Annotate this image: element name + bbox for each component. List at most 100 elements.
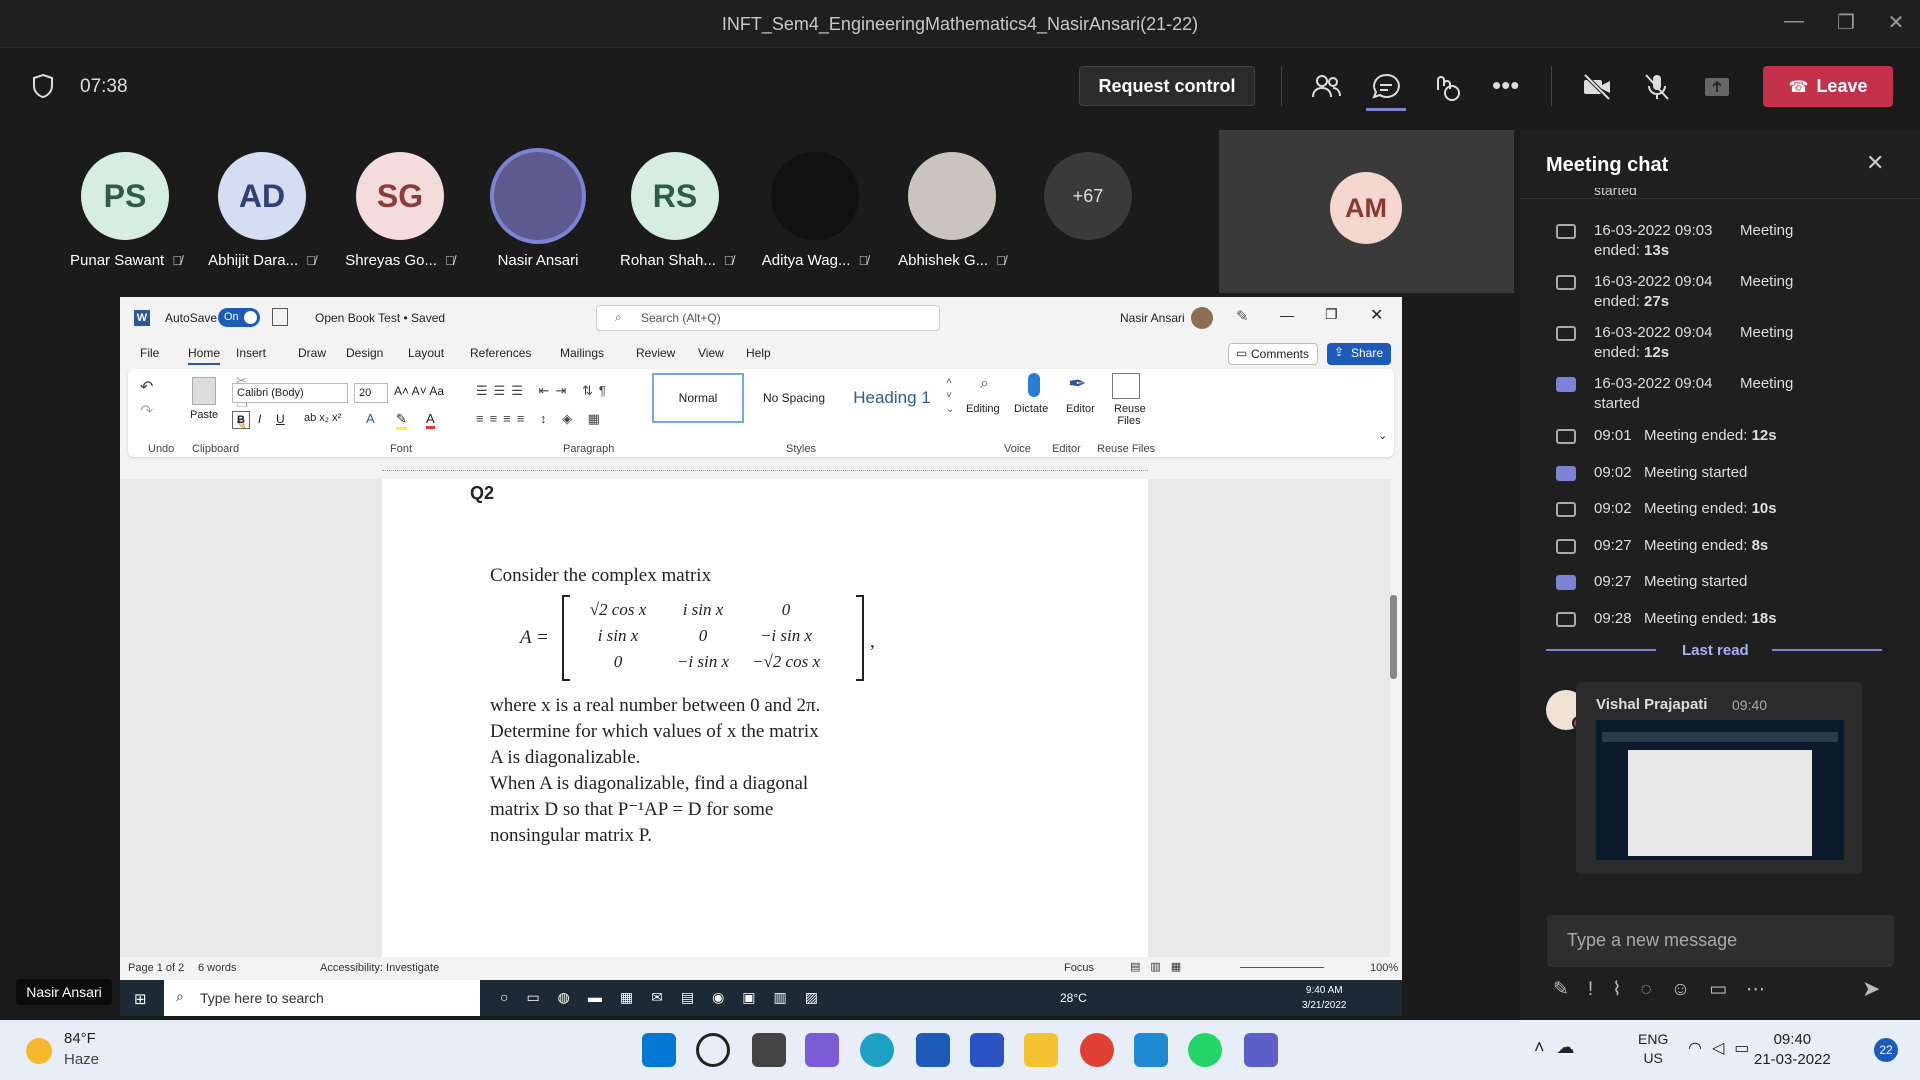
word-restore-icon[interactable]: ❐ — [1325, 306, 1338, 323]
ribbon-tab-review[interactable]: Review — [636, 346, 675, 360]
ribbon-tab-insert[interactable]: Insert — [236, 346, 266, 360]
participant-tile[interactable]: AD Abhijit Dara... 🎙̸ — [207, 152, 317, 269]
list-icons[interactable]: ☰☰☰ ⇤⇥ ⇅¶ — [476, 383, 612, 399]
strike-sub-super-icons[interactable]: ab x₂ x² — [304, 412, 341, 424]
close-chat-icon[interactable]: ✕ — [1866, 150, 1884, 176]
paste-icon[interactable] — [192, 377, 216, 405]
chrome-icon[interactable] — [1080, 1033, 1114, 1067]
zoom-level[interactable]: 100% — [1370, 962, 1398, 974]
ribbon-tab-references[interactable]: References — [470, 346, 531, 360]
editor-pen-icon[interactable]: ✒ — [1068, 371, 1086, 397]
document-page[interactable]: Q2 Consider the complex matrix A = √2 co… — [382, 479, 1148, 959]
share-screen-icon[interactable] — [1700, 70, 1734, 104]
windows-start-icon[interactable]: ⊞ — [134, 990, 147, 1008]
participant-tile[interactable]: Aditya Wag... 🎙̸ — [760, 152, 870, 269]
word-close-icon[interactable]: ✕ — [1370, 305, 1383, 325]
collapse-ribbon-icon[interactable]: ⌄ — [1378, 429, 1387, 442]
styles-scroll-icon[interactable]: ˄ ˅ ⌄ — [946, 375, 954, 417]
vscode-icon[interactable] — [1134, 1033, 1168, 1067]
ribbon-tab-view[interactable]: View — [698, 346, 724, 360]
reuse-files-label[interactable]: Reuse Files — [1114, 403, 1146, 427]
participant-tile[interactable]: Abhishek G... 🎙̸ — [897, 152, 1007, 269]
camera-off-icon[interactable] — [1580, 70, 1614, 104]
font-size-select[interactable]: 20 — [354, 383, 388, 403]
participant-tile[interactable]: PS Punar Sawant 🎙̸ — [70, 152, 182, 269]
autosave-toggle[interactable]: On — [218, 308, 260, 327]
text-effects-icon[interactable]: A — [366, 411, 375, 426]
file-explorer-icon[interactable] — [1024, 1033, 1058, 1067]
compose-toolbar-icons[interactable]: ✎!⌇◌☺▭⋯ — [1553, 978, 1903, 1001]
editing-search-icon[interactable]: ⌕ — [980, 375, 989, 393]
ribbon-tab-file[interactable]: File — [140, 346, 159, 360]
math-app-icon[interactable] — [970, 1033, 1004, 1067]
close-icon[interactable]: ✕ — [1876, 10, 1916, 38]
italic-button[interactable]: I — [258, 412, 261, 426]
search-icon[interactable] — [696, 1033, 730, 1067]
view-mode-icons[interactable]: ▤▥▦ — [1130, 960, 1191, 973]
participant-tile[interactable]: Nasir Ansari — [483, 152, 593, 269]
style-heading-1[interactable]: Heading 1 — [842, 373, 942, 423]
microphone-icon[interactable] — [1028, 373, 1040, 397]
redo-icon[interactable]: ↷ — [140, 401, 153, 421]
os-weather[interactable]: Haze — [64, 1051, 99, 1068]
message-input[interactable]: Type a new message — [1547, 915, 1894, 967]
editor-label[interactable]: Editor — [1066, 403, 1095, 415]
document-area[interactable]: Q2 Consider the complex matrix A = √2 co… — [120, 479, 1397, 959]
message-screenshot-image[interactable] — [1596, 720, 1844, 860]
ribbon-tab-home[interactable]: Home — [188, 346, 221, 365]
language-indicator[interactable]: ENG US — [1638, 1030, 1668, 1068]
ruler[interactable] — [120, 463, 1402, 479]
system-tray-icons[interactable]: ˄☁ — [1534, 1037, 1587, 1058]
weather-sun-icon[interactable] — [26, 1038, 52, 1064]
chat-message[interactable]: Vishal Prajapati 09:40 — [1576, 682, 1862, 874]
highlight-icon[interactable]: ✎ — [396, 411, 407, 430]
ribbon-tab-mailings[interactable]: Mailings — [560, 346, 604, 360]
scroll-thumb[interactable] — [1390, 595, 1397, 679]
mic-off-icon[interactable] — [1640, 70, 1674, 104]
minimize-icon[interactable]: — — [1774, 10, 1814, 38]
font-name-select[interactable]: Calibri (Body) — [232, 383, 348, 403]
dictate-label[interactable]: Dictate — [1014, 403, 1048, 415]
bold-button[interactable]: B — [232, 411, 250, 429]
send-icon[interactable]: ➤ — [1862, 976, 1880, 1002]
task-view-icon[interactable] — [752, 1033, 786, 1067]
comments-button[interactable]: ▭ Comments — [1228, 343, 1318, 365]
pen-icon[interactable]: ✎ — [1236, 307, 1249, 325]
style-normal[interactable]: Normal — [652, 373, 744, 423]
paste-label[interactable]: Paste — [190, 409, 218, 421]
leave-button[interactable]: ☎ Leave — [1763, 66, 1893, 107]
mail-icon[interactable] — [916, 1033, 950, 1067]
pinned-apps[interactable]: ○▭◍▬▦✉▤◉▣▥▨ — [500, 989, 836, 1006]
os-clock[interactable]: 09:40 21-03-2022 — [1754, 1030, 1831, 1070]
participant-tile[interactable]: RS Rohan Shah... 🎙̸ — [620, 152, 734, 269]
accessibility-status[interactable]: Accessibility: Investigate — [320, 962, 439, 974]
taskbar-search[interactable]: ⌕ Type here to search — [164, 980, 480, 1016]
undo-icon[interactable]: ↶ — [140, 377, 153, 397]
participant-tile[interactable]: +67 — [1033, 152, 1143, 240]
participant-tile[interactable]: SG Shreyas Go... 🎙̸ — [345, 152, 455, 269]
meet-icon[interactable] — [805, 1033, 839, 1067]
underline-button[interactable]: U — [276, 412, 285, 426]
os-temperature[interactable]: 84°F — [64, 1030, 96, 1047]
ribbon-tab-layout[interactable]: Layout — [408, 346, 444, 360]
font-color-icon[interactable]: A — [426, 411, 435, 429]
people-icon[interactable] — [1309, 70, 1343, 104]
scrollbar[interactable] — [1390, 487, 1398, 947]
windows-start-icon[interactable] — [642, 1033, 676, 1067]
restore-icon[interactable]: ❐ — [1826, 10, 1866, 38]
editing-label[interactable]: Editing — [966, 403, 1000, 415]
teams-icon[interactable] — [1244, 1033, 1278, 1067]
word-count[interactable]: 6 words — [198, 962, 237, 974]
reuse-files-icon[interactable] — [1112, 373, 1140, 399]
inner-weather[interactable]: 28°C — [1060, 991, 1087, 1005]
ribbon-tab-draw[interactable]: Draw — [298, 346, 326, 360]
ribbon-tab-design[interactable]: Design — [346, 346, 383, 360]
request-control-button[interactable]: Request control — [1079, 66, 1255, 106]
word-user-name[interactable]: Nasir Ansari — [1120, 311, 1185, 325]
inner-clock[interactable]: 9:40 AM 3/21/2022 — [1302, 983, 1347, 1013]
edge-icon[interactable] — [860, 1033, 894, 1067]
user-avatar[interactable] — [1191, 307, 1213, 329]
align-icons[interactable]: ≡≡≡≡ ↕ ◈ ▦ — [476, 411, 606, 427]
chat-icon[interactable] — [1369, 70, 1403, 104]
reactions-icon[interactable] — [1429, 70, 1463, 104]
